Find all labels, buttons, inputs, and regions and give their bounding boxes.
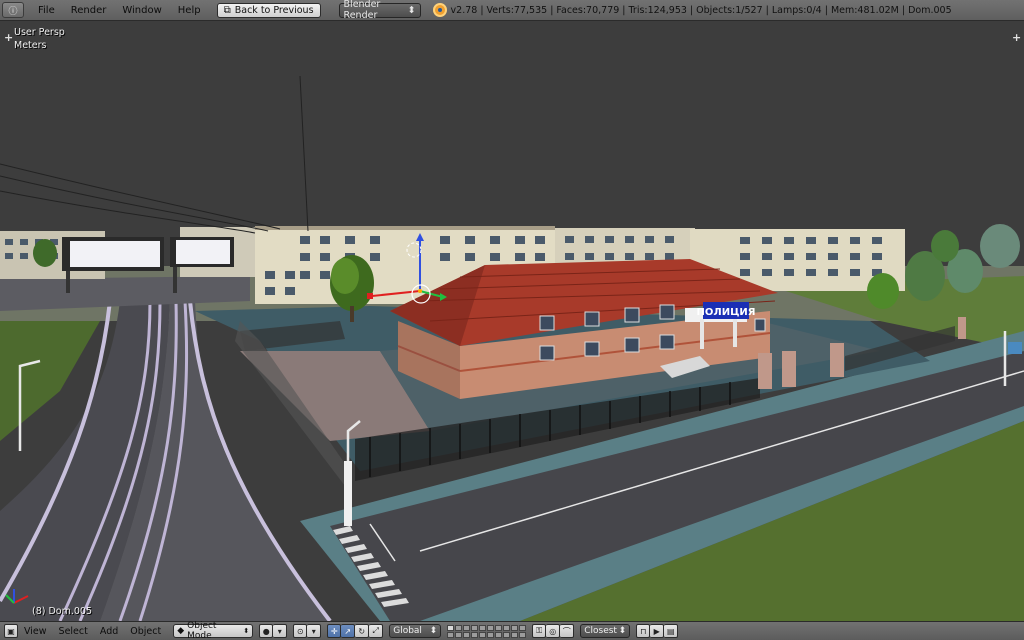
menu-select[interactable]: Select [53, 626, 94, 637]
layer-grid[interactable] [447, 624, 527, 638]
manipulator-icon: ✛ [330, 626, 338, 636]
pivot-dropdown-button[interactable]: ▾ [307, 624, 322, 638]
scene-render: ПОЛИЦИЯ [0, 75, 1024, 621]
properties-toggle-icon[interactable]: + [1012, 31, 1021, 44]
layer-toggle[interactable] [487, 624, 495, 631]
layer-toggle[interactable] [455, 624, 463, 631]
arrow-icon: ↗ [344, 626, 352, 636]
camera-icon: ▶ [653, 626, 660, 636]
layer-toggle[interactable] [447, 631, 455, 638]
transform-orientation-select[interactable]: Global ⬍ [389, 624, 442, 638]
layer-toggle[interactable] [503, 631, 511, 638]
render-engine-label: Blender Render [343, 0, 381, 21]
chevron-updown-icon: ⬍ [429, 626, 438, 636]
bus-stop-sign [1008, 342, 1022, 354]
snap-element-button[interactable]: ⊓ [636, 624, 651, 638]
scale-manipulator-button[interactable]: ⤢ [369, 624, 384, 638]
menu-file[interactable]: File [30, 0, 63, 21]
layer-toggle[interactable] [503, 624, 511, 631]
opengl-render-button[interactable]: ▶ [650, 624, 665, 638]
chevron-updown-icon: ⬍ [243, 627, 250, 635]
blender-logo-icon [432, 3, 447, 17]
menu-view[interactable]: View [18, 626, 53, 637]
editor-type-3d-button[interactable]: ▣ [4, 624, 18, 638]
manipulator-toggle-button[interactable]: ✛ [327, 624, 342, 638]
snap-target-select[interactable]: Closest ⬍ [580, 624, 631, 638]
layer-toggle[interactable] [487, 631, 495, 638]
layer-toggle[interactable] [471, 631, 479, 638]
film-icon: ▤ [666, 626, 675, 636]
active-object-label: (8) Dom.005 [32, 606, 93, 617]
layer-toggle[interactable] [479, 631, 487, 638]
pivot-point-button[interactable]: ⊙ [293, 624, 308, 638]
layer-toggle[interactable] [511, 624, 519, 631]
sphere-icon: ● [262, 626, 270, 636]
viewport-shading-button[interactable]: ● [259, 624, 274, 638]
snap-target-label: Closest [584, 626, 617, 636]
pivot-icon: ⊙ [296, 626, 304, 636]
translate-manipulator-button[interactable]: ↗ [341, 624, 356, 638]
chevron-updown-icon: ⬍ [407, 4, 416, 16]
mode-label: Object Mode [187, 621, 217, 640]
chevron-updown-icon: ⬍ [618, 626, 627, 636]
magnet-icon: ⊓ [640, 626, 647, 636]
layer-toggle[interactable] [495, 631, 503, 638]
police-sign-text: ПОЛИЦИЯ [697, 307, 756, 318]
viewport-header: ▣ View Select Add Object ◆ Object Mode ⬍… [0, 621, 1024, 640]
cube-icon: ▣ [7, 626, 15, 636]
scene-stats: v2.78 | Verts:77,535 | Faces:70,779 | Tr… [432, 3, 952, 17]
menu-object[interactable]: Object [124, 626, 167, 637]
scale-icon: ⤢ [372, 626, 379, 635]
opengl-anim-button[interactable]: ▤ [664, 624, 679, 638]
editor-type-button[interactable]: ⓘ [2, 2, 24, 18]
proportional-icon: ◎ [549, 626, 557, 636]
back-to-previous-label: Back to Previous [234, 4, 314, 16]
layer-toggle[interactable] [479, 624, 487, 631]
info-header: ⓘ File Render Window Help ⧉ Back to Prev… [0, 0, 1024, 21]
light-pole [344, 461, 352, 526]
layer-toggle[interactable] [471, 624, 479, 631]
toolshelf-toggle-icon[interactable]: + [4, 31, 13, 44]
interaction-mode-select[interactable]: ◆ Object Mode ⬍ [173, 621, 254, 640]
layer-toggle[interactable] [447, 624, 455, 631]
proportional-falloff-button[interactable]: ⌒ [560, 624, 575, 638]
layer-toggle[interactable] [495, 624, 503, 631]
layer-toggle[interactable] [511, 631, 519, 638]
layer-toggle[interactable] [519, 631, 527, 638]
chevron-down-icon: ▾ [311, 626, 316, 636]
layer-toggle[interactable] [463, 624, 471, 631]
view-name-label: User Persp [14, 27, 65, 38]
units-label: Meters [14, 40, 47, 51]
object-mode-icon: ◆ [177, 626, 185, 636]
lock-camera-button[interactable]: ⚿ [532, 624, 547, 638]
menu-help[interactable]: Help [170, 0, 209, 21]
falloff-icon: ⌒ [562, 626, 571, 636]
menu-render[interactable]: Render [63, 0, 115, 21]
rotate-icon: ↻ [358, 626, 366, 636]
info-icon: ⓘ [8, 6, 18, 17]
proportional-edit-button[interactable]: ◎ [546, 624, 561, 638]
render-engine-select[interactable]: Blender Render ⬍ [338, 0, 421, 21]
menu-window[interactable]: Window [114, 0, 169, 21]
power-lines [0, 75, 309, 234]
orientation-label: Global [393, 626, 422, 636]
rotate-manipulator-button[interactable]: ↻ [355, 624, 370, 638]
shading-dropdown-button[interactable]: ▾ [273, 624, 288, 638]
3d-viewport[interactable]: ПОЛИЦИЯ User Persp Meters (8) Dom.005 + … [0, 21, 1024, 621]
menu-add[interactable]: Add [94, 626, 124, 637]
stats-text: v2.78 | Verts:77,535 | Faces:70,779 | Tr… [450, 4, 952, 16]
screen-back-icon: ⧉ [223, 4, 231, 16]
layer-toggle[interactable] [463, 631, 471, 638]
layer-toggle[interactable] [455, 631, 463, 638]
back-to-previous-button[interactable]: ⧉ Back to Previous [216, 2, 321, 18]
lock-icon: ⚿ [536, 626, 543, 635]
chevron-down-icon: ▾ [277, 626, 282, 636]
layer-toggle[interactable] [519, 624, 527, 631]
